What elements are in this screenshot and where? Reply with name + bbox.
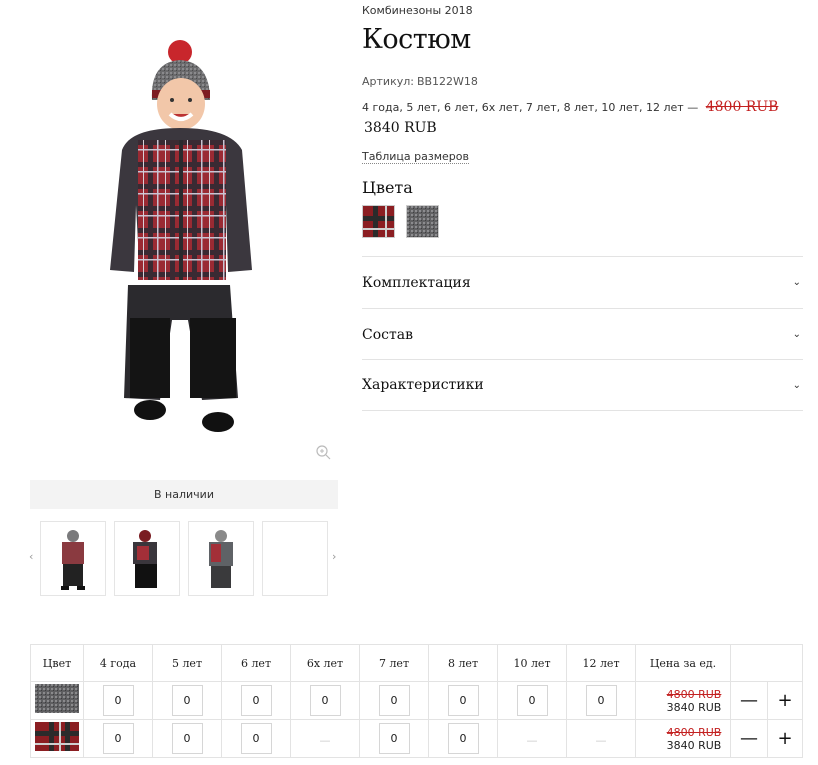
col-header: 10 лет	[497, 644, 567, 682]
qty-input[interactable]: 0	[171, 723, 203, 754]
accordion-kit[interactable]: Комплектация ⌄	[362, 256, 803, 308]
qty-input[interactable]: 0	[378, 723, 410, 754]
table-header-row: Цвет 4 года 5 лет 6 лет 6х лет 7 лет 8 л…	[30, 644, 803, 682]
qty-input[interactable]: 0	[102, 723, 134, 754]
qty-input[interactable]: 0	[378, 685, 410, 716]
plus-button[interactable]: +	[777, 690, 792, 711]
col-header: 6 лет	[221, 644, 291, 682]
size-unavailable: —	[526, 734, 538, 747]
chevron-right-icon[interactable]: ›	[332, 550, 336, 563]
product-category[interactable]: Комбинезоны 2018	[362, 4, 473, 17]
thumbnail-3[interactable]	[188, 521, 254, 596]
accordion-composition[interactable]: Состав ⌄	[362, 308, 803, 360]
color-swatch-red-plaid	[35, 722, 79, 751]
minus-button[interactable]: —	[740, 728, 758, 749]
availability-label: В наличии	[154, 488, 214, 501]
product-title: Костюм	[362, 24, 471, 55]
availability-bar: В наличии	[30, 480, 338, 509]
size-unavailable: —	[319, 734, 331, 747]
row-color-cell	[30, 681, 84, 720]
row-new-price: 3840 RUB	[666, 700, 722, 714]
qty-input[interactable]: 0	[447, 685, 479, 716]
thumbnail-1[interactable]	[40, 521, 106, 596]
qty-input[interactable]: 0	[240, 723, 272, 754]
accordion-label: Комплектация	[362, 274, 471, 291]
color-swatch-grey[interactable]	[406, 205, 439, 238]
col-header: 5 лет	[152, 644, 222, 682]
col-header-actions	[730, 644, 803, 682]
chevron-down-icon: ⌄	[792, 379, 801, 391]
order-table: Цвет 4 года 5 лет 6 лет 6х лет 7 лет 8 л…	[30, 644, 803, 758]
qty-input[interactable]: 0	[585, 685, 617, 716]
qty-input[interactable]: 0	[309, 685, 341, 716]
col-header: 4 года	[83, 644, 153, 682]
chevron-left-icon[interactable]: ‹	[29, 550, 33, 563]
qty-input[interactable]: 0	[516, 685, 548, 716]
col-header: 8 лет	[428, 644, 498, 682]
row-old-price: 4800 RUB	[666, 725, 722, 739]
row-price: 4800 RUB 3840 RUB	[635, 681, 731, 720]
plus-button[interactable]: +	[777, 728, 792, 749]
col-header: 6х лет	[290, 644, 360, 682]
color-swatch-grey	[35, 684, 79, 713]
qty-input[interactable]: 0	[447, 723, 479, 754]
qty-input[interactable]: 0	[240, 685, 272, 716]
thumbnail-2[interactable]	[114, 521, 180, 596]
row-color-cell	[30, 719, 84, 758]
row-price: 4800 RUB 3840 RUB	[635, 719, 731, 758]
qty-input[interactable]: 0	[171, 685, 203, 716]
chevron-down-icon: ⌄	[792, 329, 801, 340]
size-unavailable: —	[595, 734, 607, 747]
color-swatch-red-plaid[interactable]	[362, 205, 395, 238]
sku: Артикул: BB122W18	[362, 75, 478, 88]
minus-button[interactable]: —	[740, 690, 758, 711]
size-table-link[interactable]: Таблица размеров	[362, 150, 469, 164]
colors-title: Цвета	[362, 178, 413, 197]
col-header: Цвет	[30, 644, 84, 682]
thumbnail-4[interactable]	[262, 521, 328, 596]
accordion-label: Характеристики	[362, 377, 484, 393]
row-old-price: 4800 RUB	[666, 687, 722, 701]
sku-label: Артикул:	[362, 75, 414, 88]
accordion-label: Состав	[362, 326, 413, 343]
old-price: 4800 RUB	[705, 99, 779, 115]
new-price: 3840 RUB	[364, 120, 437, 136]
zoom-icon[interactable]	[315, 444, 331, 460]
accordion-characteristics[interactable]: Характеристики ⌄	[362, 359, 803, 411]
price-line: 4 года, 5 лет, 6 лет, 6х лет, 7 лет, 8 л…	[362, 97, 792, 139]
col-header: 12 лет	[566, 644, 636, 682]
sizes-list: 4 года, 5 лет, 6 лет, 6х лет, 7 лет, 8 л…	[362, 101, 699, 114]
col-header: Цена за ед.	[635, 644, 731, 682]
chevron-down-icon: ⌄	[792, 277, 801, 288]
col-header: 7 лет	[359, 644, 429, 682]
qty-input[interactable]: 0	[102, 685, 134, 716]
sku-value: BB122W18	[416, 75, 478, 88]
table-row: 0 0 0 — 0 0 — — 4800 RUB 3840 RUB — +	[30, 719, 803, 758]
product-main-image[interactable]	[30, 0, 338, 470]
table-row: 0 0 0 0 0 0 0 0 4800 RUB 3840 RUB — +	[30, 681, 803, 720]
row-new-price: 3840 RUB	[666, 738, 722, 752]
